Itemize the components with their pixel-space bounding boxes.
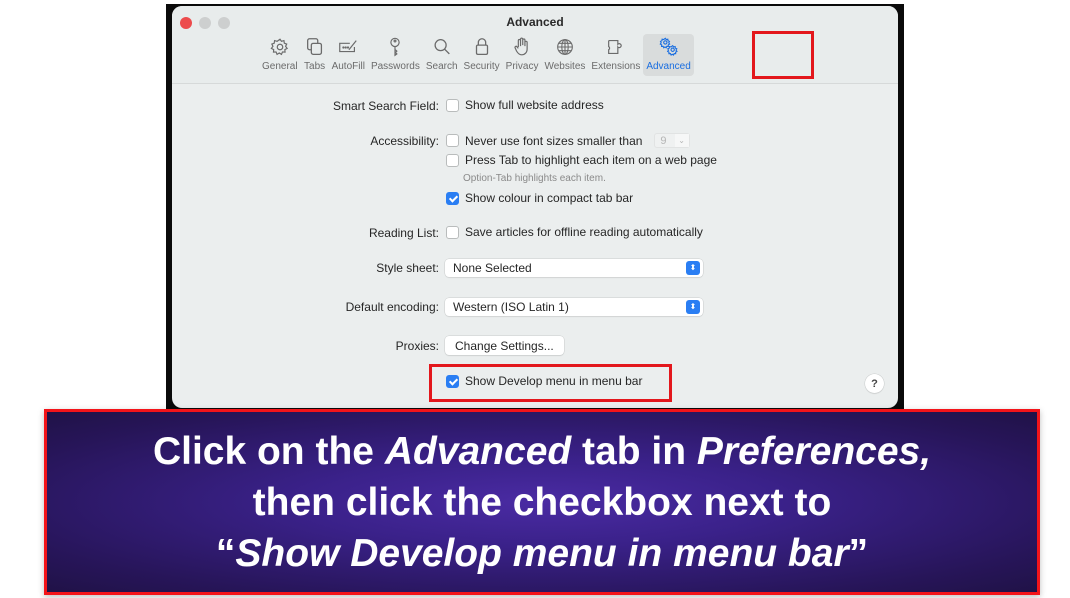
banner-emphasis: Preferences,: [696, 429, 932, 473]
hand-icon: [514, 37, 528, 56]
tab-privacy[interactable]: Privacy: [503, 34, 542, 76]
never-font-checkbox[interactable]: [446, 134, 459, 147]
style-sheet-value: None Selected: [453, 261, 532, 275]
banner-emphasis: Show Develop menu in menu bar: [235, 531, 849, 575]
banner-quote: “: [215, 531, 236, 575]
chevron-down-icon: ⌄: [674, 134, 689, 147]
banner-line-3: “Show Develop menu in menu bar”: [216, 528, 868, 579]
tab-label: AutoFill: [331, 61, 365, 72]
option-label: Press Tab to highlight each item on a we…: [465, 153, 717, 167]
gear-icon: [270, 38, 288, 56]
banner-text: Click on the: [152, 429, 385, 473]
instruction-banner: Click on the Advanced tab in Preferences…: [44, 409, 1040, 595]
default-encoding-label: Default encoding:: [345, 300, 439, 314]
tab-label: Passwords: [370, 61, 420, 72]
tab-general[interactable]: General: [259, 34, 301, 76]
banner-line-1: Click on the Advanced tab in Preferences…: [153, 426, 931, 477]
tab-label: Search: [425, 61, 458, 72]
reading-list-option[interactable]: Save articles for offline reading automa…: [446, 225, 703, 239]
reading-list-label: Reading List:: [368, 226, 439, 240]
banner-emphasis: Advanced: [384, 429, 572, 473]
tabs-icon: [306, 38, 322, 55]
gears-icon: [659, 37, 678, 56]
min-font-size-select[interactable]: 9 ⌄: [654, 133, 690, 148]
tab-websites[interactable]: Websites: [541, 34, 588, 76]
globe-icon: [557, 39, 573, 55]
key-icon: [390, 37, 401, 57]
option-label: Show colour in compact tab bar: [465, 191, 634, 205]
tab-label: Websites: [544, 61, 586, 72]
option-label: Show full website address: [465, 98, 604, 112]
style-sheet-select[interactable]: None Selected ⬍: [445, 259, 703, 277]
smart-search-label: Smart Search Field:: [332, 99, 439, 113]
default-encoding-value: Western (ISO Latin 1): [453, 300, 569, 314]
tab-label: Security: [463, 61, 500, 72]
tab-tabs[interactable]: Tabs: [301, 34, 329, 76]
banner-line-2: then click the checkbox next to: [252, 480, 832, 524]
tab-label: Privacy: [505, 61, 539, 72]
banner-quote: ”: [848, 531, 869, 575]
option-label: Never use font sizes smaller than: [465, 133, 643, 148]
help-button[interactable]: ?: [865, 374, 884, 393]
tab-security[interactable]: Security: [461, 34, 503, 76]
lock-icon: [475, 38, 488, 55]
show-colour-checkbox[interactable]: [446, 191, 459, 205]
highlight-develop-checkbox: [429, 364, 672, 402]
smart-search-option[interactable]: Show full website address: [446, 98, 604, 112]
show-colour-option[interactable]: Show colour in compact tab bar: [446, 191, 633, 205]
banner-text: tab in: [571, 429, 697, 473]
highlight-advanced-tab: [752, 31, 814, 79]
save-offline-checkbox[interactable]: [446, 225, 459, 239]
default-encoding-select[interactable]: Western (ISO Latin 1) ⬍: [445, 298, 703, 316]
option-label: Save articles for offline reading automa…: [465, 225, 703, 239]
tab-label: General: [262, 61, 298, 72]
accessibility-label: Accessibility:: [370, 134, 439, 148]
change-settings-button[interactable]: Change Settings...: [445, 336, 564, 355]
tab-label: Advanced: [646, 61, 691, 72]
tab-passwords[interactable]: Passwords: [368, 34, 423, 76]
window-title: Advanced: [506, 15, 564, 29]
tab-label: Extensions: [591, 61, 641, 72]
tab-search[interactable]: Search: [423, 34, 461, 76]
search-icon: [434, 39, 450, 55]
min-font-size-value: 9: [660, 134, 667, 147]
autofill-icon: [339, 40, 357, 53]
tab-label: Tabs: [304, 61, 326, 72]
up-down-chevron-icon: ⬍: [686, 261, 700, 275]
advanced-settings-pane: Smart Search Field: Show full website ad…: [172, 84, 898, 408]
option-tab-hint: Option-Tab highlights each item.: [463, 173, 606, 184]
show-full-address-checkbox[interactable]: [446, 98, 459, 112]
never-font-option[interactable]: Never use font sizes smaller than 9 ⌄: [446, 133, 690, 148]
tab-autofill[interactable]: AutoFill: [329, 34, 368, 76]
tab-advanced[interactable]: Advanced: [643, 34, 694, 76]
press-tab-option[interactable]: Press Tab to highlight each item on a we…: [446, 153, 717, 167]
proxies-label: Proxies:: [395, 339, 439, 353]
press-tab-checkbox[interactable]: [446, 153, 459, 167]
up-down-chevron-icon: ⬍: [686, 300, 700, 314]
tab-extensions[interactable]: Extensions: [588, 34, 643, 76]
preferences-tabs: General Tabs AutoFill Passwords Search S…: [259, 34, 694, 76]
puzzle-icon: [607, 39, 622, 55]
style-sheet-label: Style sheet:: [376, 261, 439, 275]
